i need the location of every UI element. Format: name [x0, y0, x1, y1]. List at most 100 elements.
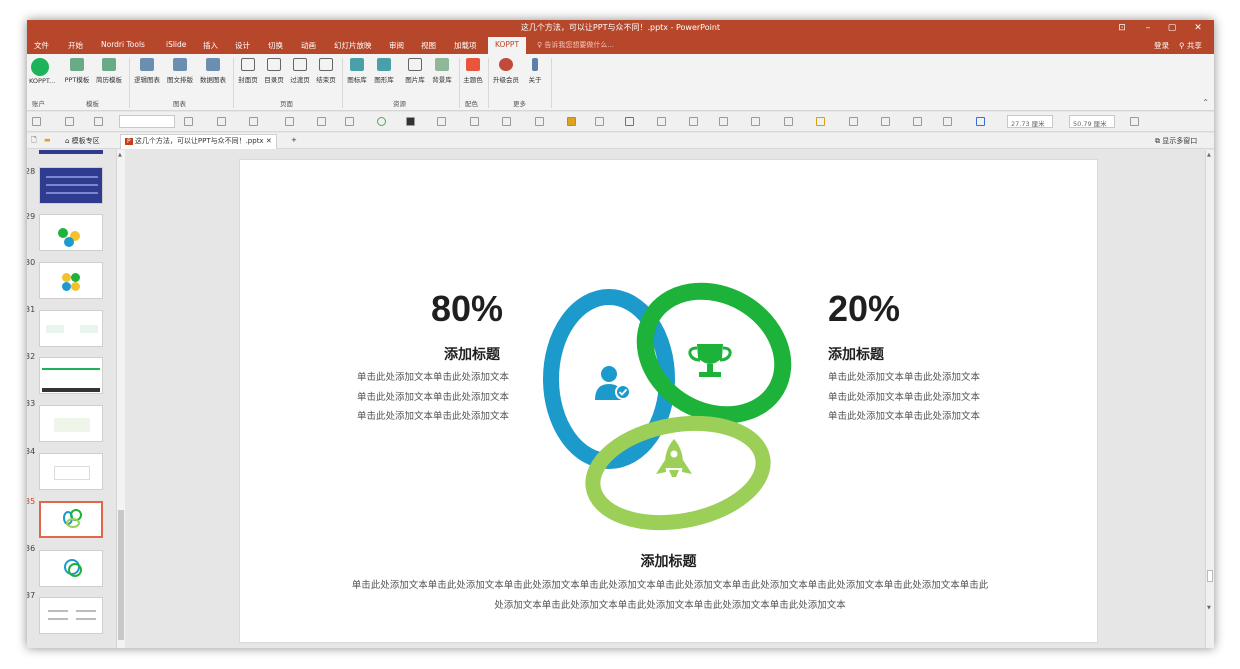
venn-rings-graphic[interactable]	[536, 276, 796, 538]
more-options-icon[interactable]	[1130, 117, 1139, 126]
thumbnail-scrollbar[interactable]: ▲	[116, 150, 125, 648]
highlight-icon[interactable]	[816, 117, 825, 126]
right-body-text[interactable]: 单击此处添加文本单击此处添加文本单击此处添加文本单击此处添加文本单击此处添加文本…	[828, 368, 980, 427]
icon-library-button[interactable]: 图标库	[344, 58, 370, 84]
logic-chart-button[interactable]: 逻辑图表	[132, 58, 162, 84]
multiwindow-button[interactable]: ⧉ 显示多窗口	[1155, 136, 1197, 146]
close-icon[interactable]: ✕	[1186, 20, 1210, 37]
right-percentage[interactable]: 20%	[828, 288, 900, 330]
fill-color-icon[interactable]	[406, 117, 415, 126]
thumbnail-29[interactable]	[39, 214, 103, 251]
table-icon[interactable]	[976, 117, 985, 126]
bar-chart-icon[interactable]	[567, 117, 576, 126]
text-effect-icon[interactable]	[719, 117, 728, 126]
scroll-up-icon[interactable]: ▲	[118, 152, 122, 158]
left-heading[interactable]: 添加标题	[444, 344, 500, 364]
thumbnail-31[interactable]	[39, 310, 103, 347]
arrange-icon[interactable]	[943, 117, 952, 126]
tab-review[interactable]: 审阅	[389, 40, 404, 51]
box-icon[interactable]	[849, 117, 858, 126]
paint-bucket-icon[interactable]	[437, 117, 446, 126]
thumbnail-30[interactable]	[39, 262, 103, 299]
koppt-account-button[interactable]: KOPPT...	[29, 58, 55, 85]
tab-addins[interactable]: 加载项	[454, 40, 477, 51]
grid-icon[interactable]	[184, 117, 193, 126]
tab-nordri-tools[interactable]: Nordri Tools	[101, 40, 145, 49]
brush-icon[interactable]	[535, 117, 544, 126]
collapse-ribbon-icon[interactable]: ⌃	[1202, 98, 1209, 107]
thumbnail-33[interactable]	[39, 405, 103, 442]
group-icon[interactable]	[881, 117, 890, 126]
rotate-icon[interactable]	[751, 117, 760, 126]
circle-icon[interactable]	[377, 117, 386, 126]
tab-file[interactable]: 文件	[34, 40, 49, 51]
thumbnail-35-selected[interactable]	[39, 501, 103, 538]
left-percentage[interactable]: 80%	[431, 288, 503, 330]
scroll-up-icon[interactable]: ▲	[1207, 152, 1211, 158]
transform-icon[interactable]	[625, 117, 634, 126]
hash-icon[interactable]	[285, 117, 294, 126]
thumbnail-37[interactable]	[39, 597, 103, 634]
tab-insert[interactable]: 插入	[203, 40, 218, 51]
close-tab-icon[interactable]: ✕	[266, 137, 272, 145]
home-tab[interactable]: ⌂ 模板专区	[65, 136, 100, 146]
shape-width-field[interactable]: 27.73 厘米	[1007, 115, 1053, 128]
thumbnail-partial[interactable]	[39, 150, 103, 154]
frame-icon[interactable]	[94, 117, 103, 126]
about-button[interactable]: 关于	[527, 58, 543, 84]
bottom-body-text[interactable]: 单击此处添加文本单击此处添加文本单击此处添加文本单击此处添加文本单击此处添加文本…	[350, 576, 990, 615]
pen-icon[interactable]	[470, 117, 479, 126]
left-body-text[interactable]: 单击此处添加文本单击此处添加文本单击此处添加文本单击此处添加文本单击此处添加文本…	[357, 368, 509, 427]
shape-icon[interactable]	[595, 117, 604, 126]
align-icon[interactable]	[65, 117, 74, 126]
tab-home[interactable]: 开始	[68, 40, 83, 51]
folder-icon[interactable]: ▬	[44, 136, 51, 144]
crop-icon[interactable]	[657, 117, 666, 126]
tab-islide[interactable]: iSlide	[166, 40, 186, 49]
tab-slideshow[interactable]: 幻灯片放映	[334, 40, 372, 51]
slide-scroll-thumb[interactable]	[1207, 570, 1213, 582]
font-size-field[interactable]	[119, 115, 175, 128]
new-doc-icon[interactable]: 🗋	[31, 136, 37, 147]
thumbnail-28[interactable]	[39, 167, 103, 204]
login-link[interactable]: 登录	[1154, 40, 1169, 51]
shape-height-field[interactable]: 50.79 厘米	[1069, 115, 1115, 128]
image-library-button[interactable]: 图片库	[402, 58, 428, 84]
link-icon[interactable]	[784, 117, 793, 126]
current-slide[interactable]: 80% 添加标题 单击此处添加文本单击此处添加文本单击此处添加文本单击此处添加文…	[239, 159, 1098, 643]
theme-color-button[interactable]: 主题色	[461, 58, 485, 84]
minimize-icon[interactable]: –	[1136, 20, 1160, 37]
tab-view[interactable]: 视图	[421, 40, 436, 51]
thumbnail-34[interactable]	[39, 453, 103, 490]
document-tab[interactable]: P 这几个方法，可以让PPT与众不同！.pptx ✕	[120, 134, 277, 149]
font-color-icon[interactable]	[217, 117, 226, 126]
thumbnail-36[interactable]	[39, 550, 103, 587]
distribute-icon[interactable]	[913, 117, 922, 126]
tab-design[interactable]: 设计	[235, 40, 250, 51]
resume-template-button[interactable]: 简历模板	[95, 58, 123, 84]
outline-icon[interactable]	[502, 117, 511, 126]
share-button[interactable]: ⚲ 共享	[1179, 40, 1202, 51]
layout-button[interactable]: 图文排版	[165, 58, 195, 84]
tab-koppt[interactable]: KOPPT	[488, 37, 527, 54]
tab-transitions[interactable]: 切换	[268, 40, 283, 51]
ribbon-display-icon[interactable]: ⊡	[1110, 20, 1134, 37]
end-page-button[interactable]: 结束页	[314, 58, 338, 84]
background-library-button[interactable]: 背景库	[429, 58, 455, 84]
toc-page-button[interactable]: 目录页	[262, 58, 286, 84]
transition-page-button[interactable]: 过渡页	[288, 58, 312, 84]
shape-library-button[interactable]: 图形库	[371, 58, 397, 84]
thumbnail-scroll-thumb[interactable]	[118, 510, 124, 640]
resize-icon[interactable]	[689, 117, 698, 126]
cover-page-button[interactable]: 封面页	[236, 58, 260, 84]
picture-icon[interactable]	[345, 117, 354, 126]
image-icon[interactable]	[317, 117, 326, 126]
slide-scrollbar[interactable]: ▲ ▼	[1205, 150, 1214, 648]
new-tab-icon[interactable]: +	[291, 136, 297, 144]
maximize-icon[interactable]: ▢	[1160, 20, 1184, 37]
ppt-template-button[interactable]: PPT模板	[64, 58, 90, 84]
data-chart-button[interactable]: 数据图表	[198, 58, 228, 84]
tell-me-search[interactable]: ♀ 告诉我您想要做什么...	[537, 40, 614, 50]
bottom-heading[interactable]: 添加标题	[240, 551, 1097, 571]
right-heading[interactable]: 添加标题	[828, 344, 884, 364]
